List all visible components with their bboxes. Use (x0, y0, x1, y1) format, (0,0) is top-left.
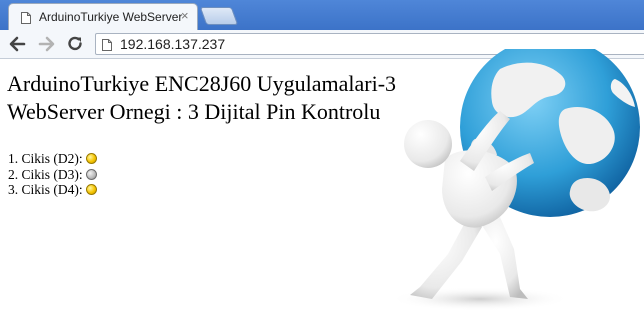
arrow-right-icon (38, 36, 55, 52)
pin-label: 1. Cikis (D2): (8, 151, 83, 166)
pin-list: 1. Cikis (D2): 2. Cikis (D3): 3. Cikis (… (8, 151, 97, 198)
forward-button[interactable] (36, 34, 58, 54)
pin-label: 3. Cikis (D4): (8, 182, 83, 197)
tab-strip: ArduinoTurkiye WebServer × (0, 0, 644, 30)
reload-button[interactable] (64, 34, 86, 54)
title-line-2: WebServer Ornegi : 3 Dijital Pin Kontrol… (7, 99, 381, 124)
new-tab-button[interactable] (199, 7, 239, 25)
page-title: ArduinoTurkiye ENC28J60 Uygulamalari-3 W… (7, 70, 396, 126)
led-on-icon[interactable] (85, 184, 97, 195)
pin-row-d2: 1. Cikis (D2): (8, 151, 97, 167)
title-line-1: ArduinoTurkiye ENC28J60 Uygulamalari-3 (7, 71, 397, 96)
url-text: 192.168.137.237 (120, 36, 226, 52)
led-off-icon[interactable] (85, 168, 97, 180)
person-carrying-globe-illustration (390, 49, 640, 311)
page-content: ArduinoTurkiye ENC28J60 Uygulamalari-3 W… (0, 49, 644, 317)
page-icon (21, 11, 31, 24)
led-on-icon[interactable] (85, 153, 97, 164)
reload-icon (68, 36, 82, 51)
tab-title: ArduinoTurkiye WebServer (39, 10, 183, 24)
close-tab-icon[interactable]: × (181, 8, 189, 23)
arrow-left-icon (9, 36, 26, 52)
browser-tab[interactable]: ArduinoTurkiye WebServer × (8, 3, 198, 30)
pin-label: 2. Cikis (D3): (8, 166, 83, 182)
pin-row-d4: 3. Cikis (D4): (8, 182, 97, 198)
page-icon (102, 38, 112, 51)
pin-row-d3: 2. Cikis (D3): (8, 167, 97, 183)
back-button[interactable] (6, 34, 28, 54)
